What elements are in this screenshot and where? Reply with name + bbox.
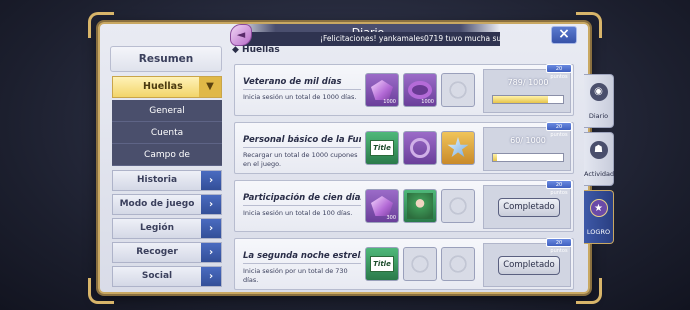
reward-slot[interactable]: 1000 [365, 73, 399, 107]
character-portrait-icon [407, 193, 433, 219]
summary-tab[interactable]: Resumen [110, 46, 222, 72]
ring-icon [410, 138, 430, 158]
title-card-icon: Title [370, 140, 394, 156]
progress-bar [492, 153, 564, 162]
megaphone-icon: ◄ [230, 24, 252, 46]
achievement-list: ◆ Huellas Veterano de mil días Inicia se… [230, 44, 580, 292]
gem-icon [371, 80, 393, 100]
empty-reward-slot [403, 247, 437, 281]
status-box: 20 puntos Completado [483, 180, 572, 229]
achievement-title: Veterano de mil días [243, 77, 342, 87]
progress-text: 60/ 1000 [510, 136, 546, 145]
achievement-icon: ★ [589, 199, 608, 217]
nav-label: Recoger [136, 247, 178, 257]
diary-icon: ◉ [589, 83, 608, 101]
completed-button[interactable]: Completado [498, 256, 560, 275]
tab-actividad[interactable]: ☗ Actividad [584, 132, 614, 186]
empty-reward-slot [441, 189, 475, 223]
subcategory-cuenta[interactable]: Cuenta [112, 122, 222, 144]
progress-fill [493, 154, 498, 161]
nav-legion[interactable]: Legión › [112, 218, 222, 239]
nav-label: Historia [136, 175, 178, 185]
achievement-description: Inicia sesión un total de 100 días. [243, 209, 353, 217]
chevron-right-icon: › [201, 171, 221, 190]
section-title: ◆ Huellas [232, 45, 280, 55]
subcategory-list: General Cuenta Campo de entrenamiento [112, 100, 222, 182]
tab-label: Actividad [584, 170, 615, 178]
points-badge: 20 puntos [546, 64, 572, 80]
chevron-right-icon: › [201, 243, 221, 262]
points-badge: 20 puntos [546, 122, 572, 138]
chevron-right-icon: › [201, 267, 221, 286]
progress-text: 789/ 1000 [507, 78, 549, 87]
frame-corner-ornament [576, 12, 602, 38]
subcategory-general[interactable]: General [112, 100, 222, 122]
progress-box: 20 puntos 60/ 1000 [483, 122, 572, 171]
reward-slot[interactable]: Title [365, 131, 399, 165]
subcategory-campo-entrenamiento[interactable]: Campo de entrenamiento [112, 144, 222, 182]
nav-modo-de-juego[interactable]: Modo de juego › [112, 194, 222, 215]
achievement-description: Recargar un total de 1000 cupones en el … [243, 151, 358, 168]
reward-slot[interactable] [441, 131, 475, 165]
divider [243, 205, 361, 206]
close-button[interactable]: × [551, 26, 577, 44]
divider [243, 147, 361, 148]
reward-quantity: 300 [386, 215, 396, 221]
nav-label: Legión [140, 223, 174, 233]
tab-label: LOGRO [586, 228, 611, 236]
achievement-card: Veterano de mil días Inicia sesión un to… [234, 64, 574, 116]
reward-slot[interactable]: Title [365, 247, 399, 281]
achievement-description: Inicia sesión por un total de 730 días. [243, 267, 348, 284]
achievement-description: Inicia sesión un total de 1000 días. [243, 93, 357, 101]
progress-box: 20 puntos 789/ 1000 [483, 64, 572, 113]
empty-reward-slot [441, 247, 475, 281]
title-card-icon: Title [370, 256, 394, 272]
activity-icon: ☗ [589, 141, 608, 159]
reward-slot[interactable] [403, 131, 437, 165]
achievement-card: Personal básico de la Fundació... Recarg… [234, 122, 574, 174]
chevron-right-icon: › [201, 219, 221, 238]
nav-label: Modo de juego [119, 199, 195, 209]
nav-label: Social [141, 271, 173, 281]
reward-slot[interactable]: 300 [365, 189, 399, 223]
tab-label: Diario [588, 112, 609, 120]
achievement-card: Participación de cien días Inicia sesión… [234, 180, 574, 232]
tab-diario[interactable]: ◉ Diario [584, 74, 614, 128]
empty-reward-slot [441, 73, 475, 107]
reward-slot[interactable]: 1000 [403, 73, 437, 107]
frame-corner-ornament [88, 12, 114, 38]
reward-quantity: 1000 [383, 99, 396, 105]
completed-button[interactable]: Completado [498, 198, 560, 217]
achievement-title: Participación de cien días [243, 193, 361, 203]
achievement-card: La segunda noche estrellada d... Inicia … [234, 238, 574, 290]
reward-quantity: 1000 [421, 99, 434, 105]
left-navigation: Resumen Huellas ▼ General Cuenta Campo d… [108, 44, 226, 290]
progress-fill [493, 96, 549, 103]
progress-bar [492, 95, 564, 104]
chevron-down-icon: ▼ [199, 77, 221, 97]
tab-logro[interactable]: ★ LOGRO [584, 190, 614, 244]
divider [243, 89, 361, 90]
points-badge: 20 puntos [546, 180, 572, 196]
gem-icon [371, 196, 393, 216]
achievement-title: La segunda noche estrellada d... [243, 251, 361, 261]
nav-recoger[interactable]: Recoger › [112, 242, 222, 263]
chevron-right-icon: › [201, 195, 221, 214]
nav-social[interactable]: Social › [112, 266, 222, 287]
nav-historia[interactable]: Historia › [112, 170, 222, 191]
status-box: 20 puntos Completado [483, 238, 572, 287]
reward-slot[interactable] [403, 189, 437, 223]
category-label: Huellas [143, 81, 183, 92]
divider [243, 263, 361, 264]
achievement-title: Personal básico de la Fundació... [243, 135, 361, 145]
points-badge: 20 puntos [546, 238, 572, 254]
star-icon [447, 137, 469, 158]
category-dropdown-huellas[interactable]: Huellas ▼ [112, 76, 222, 98]
ring-icon [408, 81, 432, 99]
